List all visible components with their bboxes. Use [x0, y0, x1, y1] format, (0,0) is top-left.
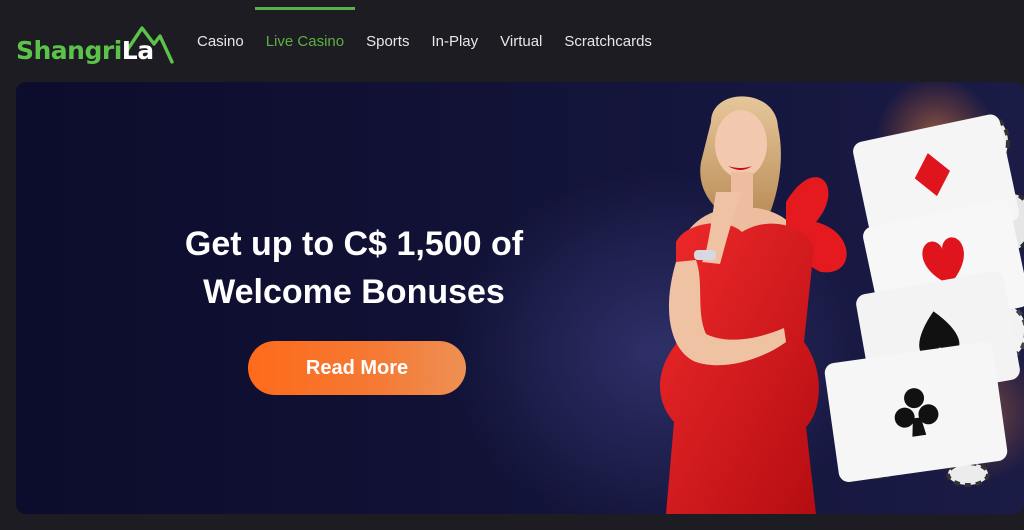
nav-virtual[interactable]: Virtual [489, 0, 553, 84]
site-header: ShangriLa Casino Live Casino Sports In-P… [0, 0, 1024, 82]
nav-in-play[interactable]: In-Play [420, 0, 489, 84]
promo-headline-line1: Get up to C$ 1,500 of [184, 225, 524, 263]
shangrila-logo[interactable]: ShangriLa [16, 22, 176, 72]
nav-sports[interactable]: Sports [355, 0, 420, 84]
promo-illustration [660, 82, 1024, 514]
logo-wordmark: ShangriLa [16, 36, 154, 65]
nav-live-casino[interactable]: Live Casino [254, 0, 356, 84]
woman-in-red-dress [660, 96, 847, 514]
main-nav: Casino Live Casino Sports In-Play Virtua… [186, 0, 663, 82]
logo-word-shangri: Shangri [16, 36, 122, 65]
promo-headline-line2: Welcome Bonuses [203, 273, 505, 311]
nav-scratchcards[interactable]: Scratchcards [553, 0, 663, 84]
logo-word-la: La [121, 36, 154, 65]
nav-casino[interactable]: Casino [186, 0, 255, 84]
playing-cards [824, 114, 1024, 482]
promo-banner[interactable]: Get up to C$ 1,500 of Welcome Bonuses Re… [16, 82, 1024, 514]
read-more-button[interactable]: Read More [248, 341, 466, 395]
promo-headline: Get up to C$ 1,500 of Welcome Bonuses [164, 220, 544, 316]
